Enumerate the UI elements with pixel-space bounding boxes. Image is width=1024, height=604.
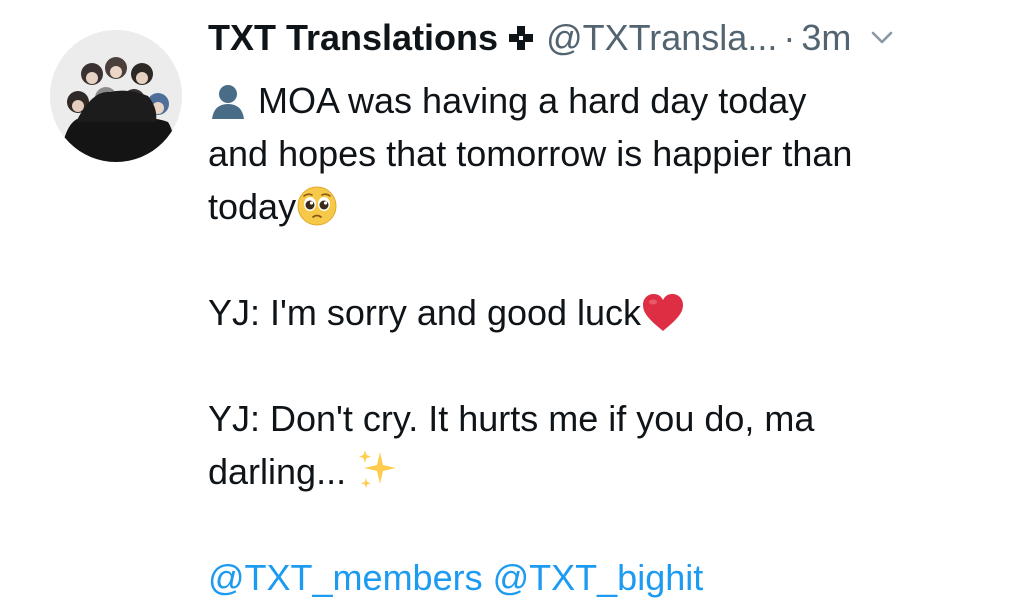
tweet-line-3: today <box>208 180 998 233</box>
tweet-text: darling... <box>208 451 347 492</box>
tweet-mentions: @TXT_members @TXT_bighit <box>208 551 998 604</box>
tweet-text: YJ: Don't cry. It hurts me if you do, ma <box>208 398 815 439</box>
tweet-text: and hopes that tomorrow is happier than <box>208 133 853 174</box>
bust-in-silhouette-icon <box>212 85 244 119</box>
tweet-reply-2: YJ: Don't cry. It hurts me if you do, ma <box>208 392 998 445</box>
sparkles-icon <box>359 450 397 488</box>
tweet-line-2: and hopes that tomorrow is happier than <box>208 127 998 180</box>
mention-link[interactable]: @TXT_bighit <box>493 557 704 598</box>
timestamp[interactable]: 3m <box>801 17 851 59</box>
tweet-reply-2-cont: darling... <box>208 445 998 498</box>
avatar[interactable] <box>50 30 182 162</box>
tweet-line-1: MOA was having a hard day today <box>208 74 998 127</box>
mention-link[interactable]: @TXT_members <box>208 557 483 598</box>
chevron-down-icon[interactable] <box>869 25 895 51</box>
user-handle[interactable]: @TXTransla... <box>546 17 777 59</box>
separator-dot: · <box>783 17 796 58</box>
red-heart-icon <box>643 294 684 331</box>
plus-cross-icon <box>509 26 534 50</box>
tweet-text: today <box>208 186 297 227</box>
avatar-group-photo <box>50 30 182 162</box>
tweet-text: YJ: I'm sorry and good luck <box>208 292 642 333</box>
tweet-header: TXT Translations @TXTransla... · 3m <box>208 14 895 62</box>
pleading-face-icon <box>297 186 337 226</box>
display-name[interactable]: TXT Translations <box>208 17 498 59</box>
tweet-text: MOA was having a hard day today <box>258 80 807 121</box>
tweet-reply-1: YJ: I'm sorry and good luck <box>208 286 998 339</box>
tweet[interactable]: TXT Translations @TXTransla... · 3m MOA … <box>0 0 1024 598</box>
tweet-body: MOA was having a hard day today and hope… <box>208 74 998 604</box>
